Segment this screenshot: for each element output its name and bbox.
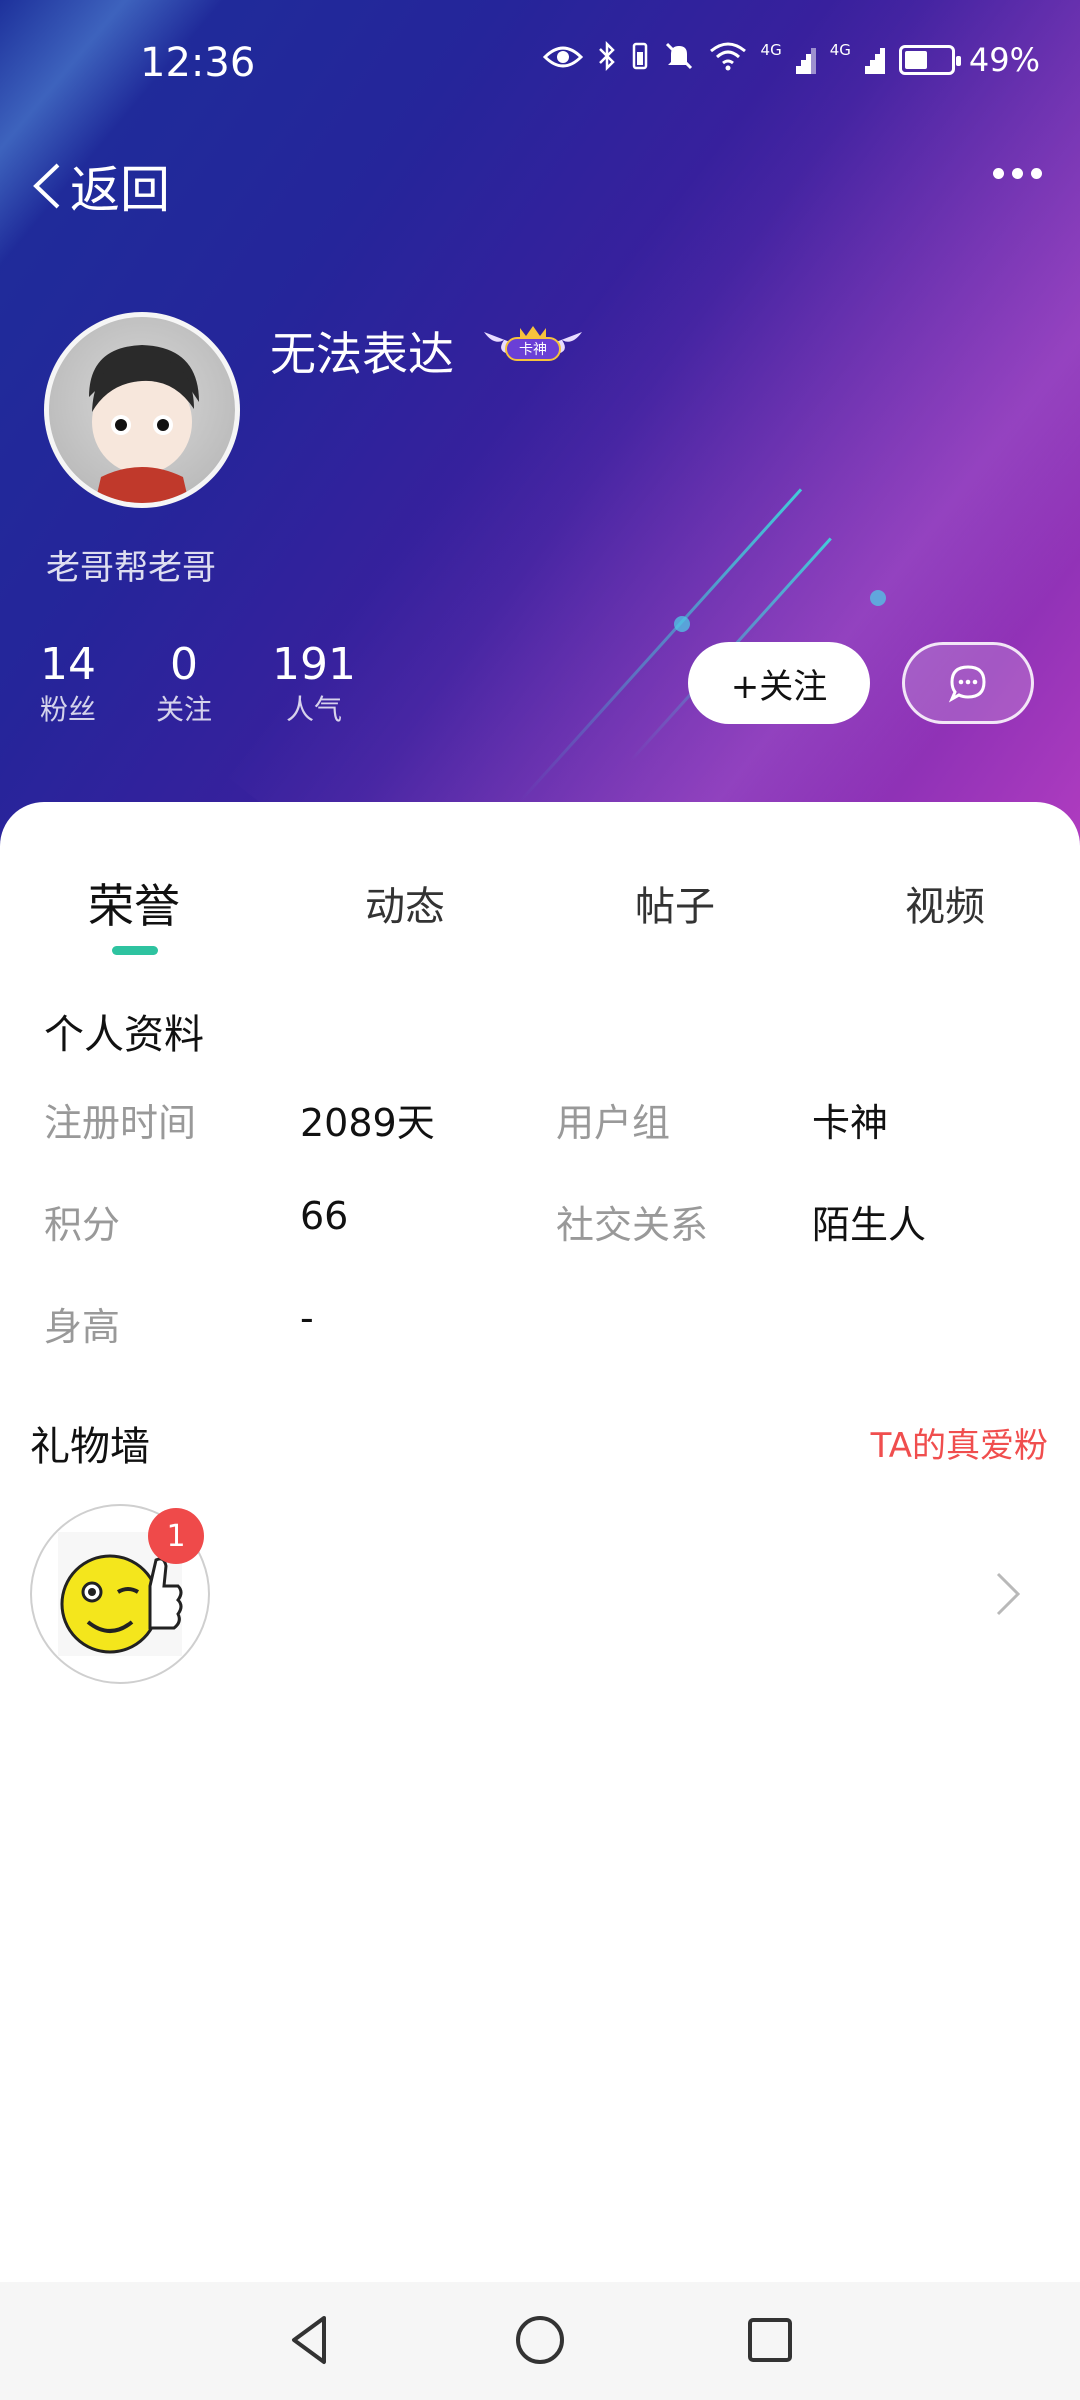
signal-icon (795, 44, 816, 76)
battery-percent: 49% (968, 41, 1040, 79)
stat-following[interactable]: 0 关注 (156, 640, 212, 730)
network-type-label: 4G (760, 41, 782, 59)
info-key: 积分 (44, 1203, 121, 1247)
stat-label: 关注 (156, 693, 213, 726)
status-time: 12:36 (140, 40, 256, 86)
gift-count-badge: 1 (148, 1508, 204, 1564)
follow-button[interactable]: +关注 (688, 642, 870, 724)
info-value: 卡神 (812, 1101, 889, 1145)
status-icons: 4G 4G 49% (542, 40, 1040, 80)
stat-value: 191 (272, 639, 357, 690)
battery-icon (898, 45, 961, 75)
info-row: 积分 66 社交关系 陌生人 (0, 1194, 1080, 1254)
tab-videos[interactable]: 视频 (905, 874, 985, 932)
tab-posts[interactable]: 帖子 (635, 874, 715, 932)
header-dot (870, 590, 886, 606)
tab-honor[interactable]: 荣誉 (88, 870, 180, 936)
rank-badge: 卡神 (480, 322, 586, 368)
back-label: 返回 (70, 161, 170, 219)
status-bar: 12:36 4G 4G 49% (0, 0, 1080, 130)
info-value: 陌生人 (812, 1203, 927, 1247)
stat-fans[interactable]: 14 粉丝 (40, 640, 96, 730)
stat-popularity: 191 人气 (272, 640, 356, 730)
home-circle-icon[interactable] (510, 2310, 570, 2370)
badge-text: 卡神 (519, 342, 547, 358)
tab-indicator (112, 946, 158, 955)
avatar-face-icon (89, 345, 199, 503)
profile-header: 12:36 4G 4G 49% 返回 无法表达 卡神 老哥帮老哥 14 粉丝 0… (0, 0, 1080, 850)
chevron-right-icon[interactable] (994, 1570, 1022, 1618)
username: 无法表达 (270, 327, 454, 381)
stat-label: 人气 (286, 693, 343, 726)
winged-badge-icon: 卡神 (484, 326, 582, 361)
wifi-icon (709, 41, 747, 79)
tab-activity[interactable]: 动态 (365, 874, 445, 932)
stat-value: 14 (40, 639, 96, 690)
stat-value: 0 (170, 639, 199, 690)
signal-icon-2 (864, 44, 885, 76)
tab-bar: 荣誉 动态 帖子 视频 (0, 870, 1080, 950)
user-signature: 老哥帮老哥 (46, 548, 216, 588)
recents-square-icon[interactable] (740, 2310, 800, 2370)
back-triangle-icon[interactable] (280, 2310, 340, 2370)
chevron-left-icon (33, 163, 60, 209)
message-button[interactable] (902, 642, 1034, 724)
avatar[interactable] (44, 312, 240, 508)
info-value: 66 (300, 1194, 349, 1238)
vibrate-battery-icon (631, 40, 649, 80)
info-row: 身高 - (0, 1296, 1080, 1356)
header-dot (674, 616, 690, 632)
mute-bell-icon (663, 40, 695, 80)
info-value: - (300, 1296, 314, 1340)
info-key: 身高 (44, 1305, 121, 1349)
eye-icon (542, 41, 583, 79)
info-key: 用户组 (556, 1101, 671, 1145)
stat-label: 粉丝 (40, 693, 97, 726)
content-sheet: 荣誉 动态 帖子 视频 个人资料 注册时间 2089天 用户组 卡神 积分 66… (0, 802, 1080, 2282)
true-fans-link[interactable]: TA的真爱粉 (871, 1418, 1048, 1467)
system-nav-bar (0, 2282, 1080, 2400)
more-dots-icon[interactable] (993, 168, 1042, 179)
info-value: 2089天 (300, 1101, 435, 1145)
info-row: 注册时间 2089天 用户组 卡神 (0, 1092, 1080, 1152)
network-type-label-2: 4G (829, 41, 851, 59)
gift-wall-title: 礼物墙 (30, 1424, 150, 1470)
personal-info-title: 个人资料 (44, 1012, 204, 1058)
bluetooth-icon (597, 40, 617, 80)
info-key: 社交关系 (556, 1203, 709, 1247)
back-button[interactable]: 返回 (28, 150, 170, 222)
chat-bubble-icon (948, 665, 986, 703)
stats-row: 14 粉丝 0 关注 191 人气 (40, 640, 416, 730)
info-key: 注册时间 (44, 1101, 197, 1145)
